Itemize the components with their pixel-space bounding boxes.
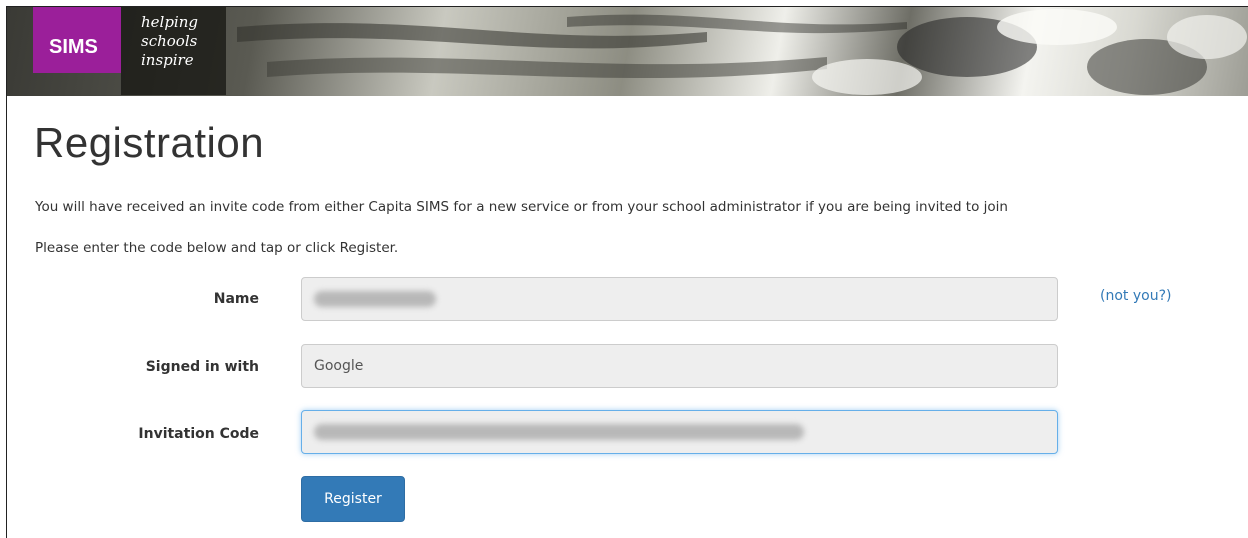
intro-text: You will have received an invite code fr… [35, 199, 1008, 215]
tagline-line-3: inspire [141, 51, 194, 69]
instruction-text: Please enter the code below and tap or c… [35, 240, 399, 256]
tagline-line-2: schools [141, 32, 198, 50]
invitation-code-label: Invitation Code [138, 426, 259, 442]
tagline: helping schools inspire [121, 7, 226, 95]
page-title: Registration [34, 119, 265, 166]
signed-in-value: Google [314, 358, 364, 374]
name-field[interactable] [301, 277, 1058, 321]
page-frame: SIMS helping schools inspire Registratio… [6, 6, 1248, 538]
header-banner: SIMS helping schools inspire [7, 7, 1248, 96]
signed-in-label: Signed in with [145, 359, 259, 375]
invitation-code-input[interactable] [301, 410, 1058, 454]
redacted-name [314, 291, 436, 307]
name-label: Name [213, 291, 259, 307]
not-you-link[interactable]: (not you?) [1100, 288, 1171, 304]
signed-in-field[interactable]: Google [301, 344, 1058, 388]
tagline-line-1: helping [141, 13, 198, 31]
redacted-invitation-code [314, 424, 804, 440]
register-button[interactable]: Register [301, 476, 405, 522]
sims-logo-text: SIMS [49, 36, 98, 58]
sims-logo: SIMS [33, 7, 121, 73]
